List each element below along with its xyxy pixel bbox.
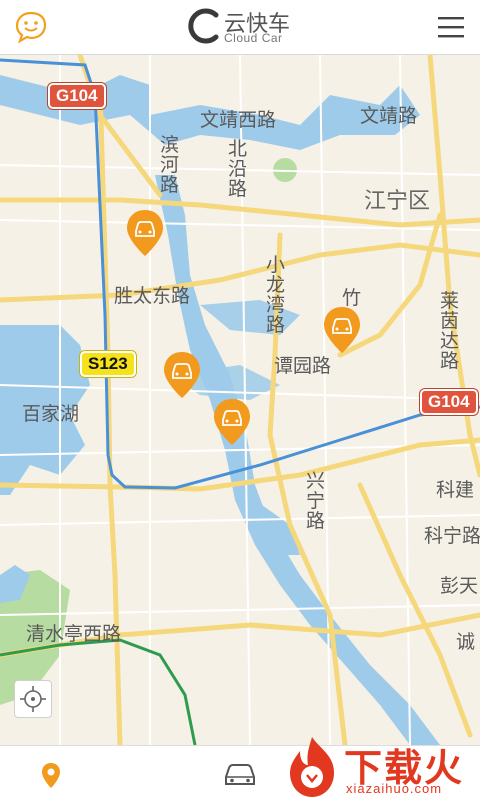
- logo-c-icon: [188, 8, 219, 44]
- road-label-laiyin: 莱茵达路: [440, 290, 460, 372]
- road-label-kening: 科宁路: [424, 525, 480, 547]
- road-label-wenjing: 文靖路: [360, 105, 418, 127]
- road-label-binhe: 滨河路: [160, 134, 180, 196]
- map-view[interactable]: 文靖西路 文靖路 滨河路 北沿路 江宁区 胜太东路 小龙湾路 竹 莱茵达路 谭园…: [0, 55, 480, 745]
- locate-crosshair-icon: [20, 686, 46, 712]
- top-app-bar: 云快车 Cloud Car: [0, 0, 480, 55]
- road-label-shengtai-east: 胜太东路: [114, 285, 191, 307]
- watermark-url: xiazaihuo.com: [346, 781, 443, 796]
- menu-icon[interactable]: [436, 12, 466, 42]
- road-label-cheng: 诚: [456, 631, 476, 653]
- chat-smile-icon[interactable]: [14, 10, 48, 44]
- watermark: 下载火 xiazaihuo.com: [282, 733, 480, 800]
- logo-english-text: Cloud Car: [224, 31, 283, 45]
- flame-logo-icon: [290, 737, 334, 797]
- locate-button[interactable]: [14, 680, 52, 718]
- car-outline-icon[interactable]: [222, 762, 258, 788]
- road-label-xingning: 兴宁路: [306, 470, 326, 532]
- car-pin-icon[interactable]: [322, 305, 362, 355]
- highway-shield-g104: G104: [48, 83, 106, 109]
- car-pin-icon[interactable]: [125, 208, 165, 258]
- car-pin-icon[interactable]: [162, 350, 202, 400]
- highway-shield-g104-east: G104: [420, 389, 478, 415]
- road-label-pengtian: 彭天: [440, 575, 479, 597]
- road-label-xiaolong: 小龙湾路: [266, 254, 286, 336]
- district-label-jiangning: 江宁区: [364, 189, 431, 214]
- road-label-beiyan: 北沿路: [228, 138, 248, 200]
- location-pin-icon[interactable]: [36, 760, 66, 790]
- road-label-qingshuiting-west: 清水亭西路: [26, 623, 122, 645]
- road-label-kejian: 科建: [436, 479, 475, 501]
- car-pin-icon[interactable]: [212, 397, 252, 447]
- road-label-wenjing-west: 文靖西路: [200, 109, 277, 131]
- highway-shield-s123: S123: [80, 351, 136, 377]
- road-label-tanyuan: 谭园路: [274, 355, 332, 377]
- app-logo: 云快车 Cloud Car: [186, 4, 306, 50]
- lake-label-baijia: 百家湖: [22, 403, 80, 425]
